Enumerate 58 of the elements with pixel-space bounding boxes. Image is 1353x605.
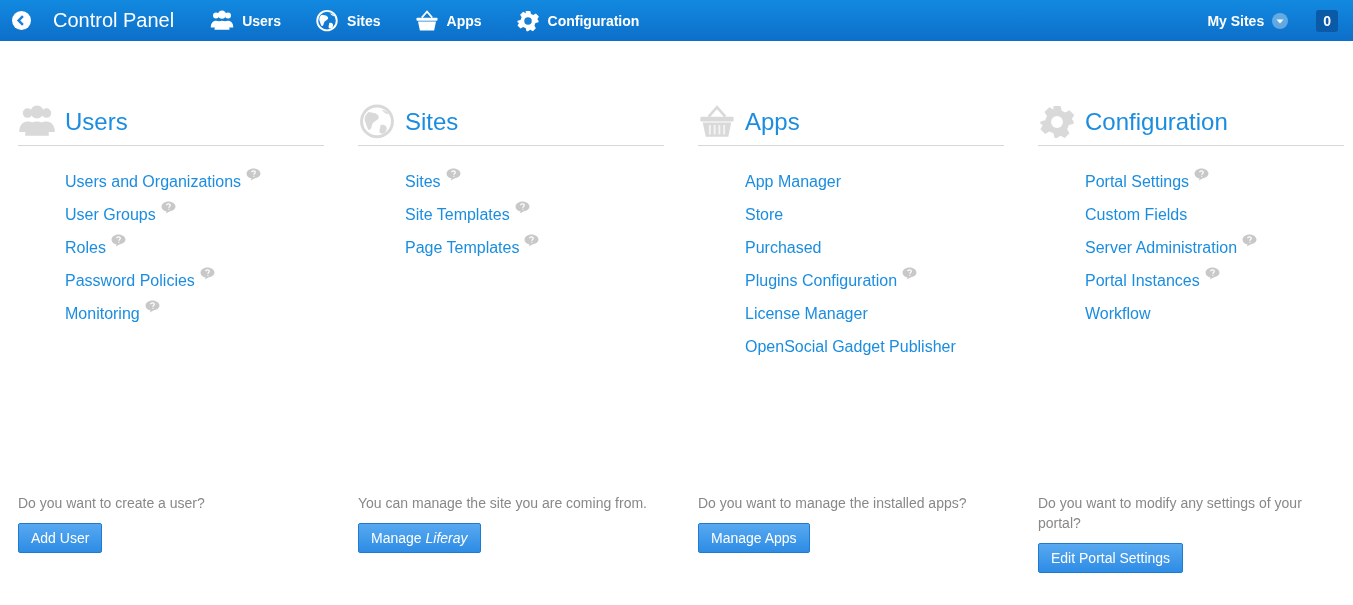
people-icon: [210, 8, 235, 33]
panel-link[interactable]: Purchased: [745, 238, 822, 257]
help-icon[interactable]: [1242, 234, 1258, 247]
panel-link[interactable]: Workflow: [1085, 304, 1151, 323]
panel-link[interactable]: Password Policies: [65, 271, 195, 290]
action-button[interactable]: Add User: [18, 523, 103, 553]
help-icon[interactable]: [144, 300, 160, 313]
help-icon[interactable]: [1194, 168, 1210, 181]
help-text: You can manage the site you are coming from.: [358, 494, 648, 513]
panel-link[interactable]: Plugins Configuration: [745, 271, 898, 290]
help-text: Do you want to modify any settings of your portal?: [1038, 494, 1303, 533]
gear-icon: [1038, 103, 1076, 141]
panel-link[interactable]: Site Templates: [405, 205, 510, 224]
help-icon[interactable]: [246, 168, 262, 181]
panel-link[interactable]: Store: [745, 205, 784, 224]
help-icon[interactable]: [199, 267, 215, 280]
panel-link[interactable]: Page Templates: [405, 238, 520, 257]
panel-link[interactable]: Server Administration: [1085, 238, 1238, 257]
nav-link[interactable]: Sites: [315, 8, 381, 33]
panel-link[interactable]: License Manager: [745, 304, 868, 323]
section-title: Users: [65, 108, 128, 136]
help-text: Do you want to create a user?: [18, 494, 206, 513]
section-title: Configuration: [1085, 108, 1228, 136]
help-text: Do you want to manage the installed apps?: [698, 494, 968, 513]
section-title: Sites: [405, 108, 459, 136]
basket-icon: [414, 8, 439, 33]
caret-icon: [1272, 12, 1289, 29]
page-title: Control Panel: [53, 9, 175, 32]
help-icon[interactable]: [160, 201, 176, 214]
globe-icon: [315, 8, 340, 33]
action-button[interactable]: Edit Portal Settings: [1038, 543, 1184, 573]
panel-link[interactable]: Portal Instances: [1085, 271, 1200, 290]
back-icon[interactable]: [12, 11, 31, 30]
panel-link[interactable]: App Manager: [745, 172, 842, 191]
panel-link[interactable]: OpenSocial Gadget Publisher: [745, 337, 956, 356]
panel-link[interactable]: Roles: [65, 238, 106, 257]
gear-icon: [515, 8, 540, 33]
panel-link[interactable]: User Groups: [65, 205, 156, 224]
action-button[interactable]: Manage Apps: [698, 523, 810, 553]
help-icon[interactable]: [524, 234, 540, 247]
panel-link[interactable]: Sites: [405, 172, 441, 191]
notification-count[interactable]: 0: [1316, 9, 1338, 32]
panel-link[interactable]: Users and Organizations: [65, 172, 242, 191]
nav-link[interactable]: Configuration: [515, 8, 640, 33]
action-button[interactable]: Manage Liferay: [358, 523, 481, 553]
my-sites-menu[interactable]: My Sites: [1207, 12, 1289, 29]
nav-link[interactable]: Apps: [414, 8, 482, 33]
nav-link[interactable]: Users: [210, 8, 282, 33]
help-icon[interactable]: [902, 267, 918, 280]
globe-icon: [358, 103, 396, 141]
panel-link[interactable]: Monitoring: [65, 304, 140, 323]
panel-link[interactable]: Portal Settings: [1085, 172, 1190, 191]
panel-link[interactable]: Custom Fields: [1085, 205, 1188, 224]
help-icon[interactable]: [1204, 267, 1220, 280]
help-icon[interactable]: [514, 201, 530, 214]
help-icon[interactable]: [110, 234, 126, 247]
section-title: Apps: [745, 108, 800, 136]
help-icon[interactable]: [445, 168, 461, 181]
